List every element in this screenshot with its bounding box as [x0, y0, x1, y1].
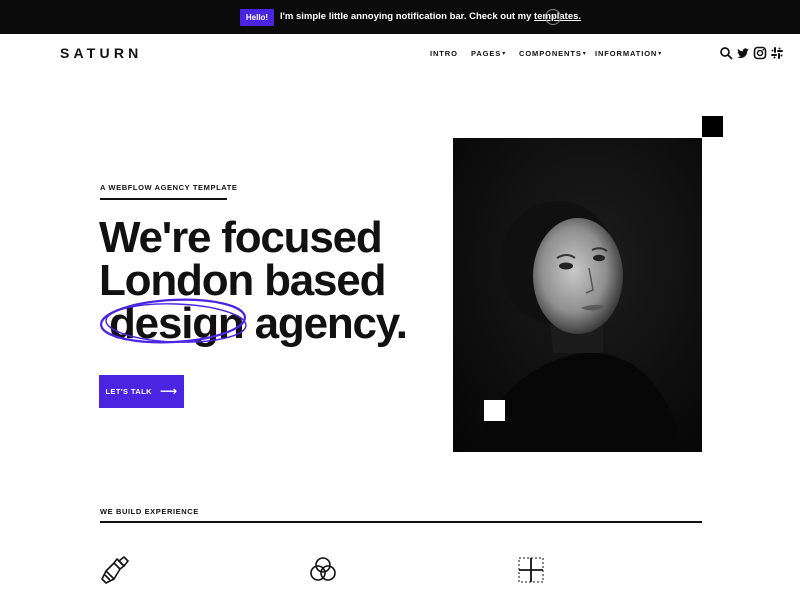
- slack-icon[interactable]: [770, 46, 784, 60]
- lets-talk-label: LET'S TALK: [105, 387, 152, 396]
- paint-brush-icon: [101, 556, 129, 584]
- notification-message: I'm simple little annoying notification …: [280, 11, 535, 22]
- nav-item-label: INTRO: [430, 49, 458, 58]
- search-icon[interactable]: [719, 46, 733, 60]
- close-notification-button[interactable]: ×: [545, 9, 561, 25]
- notification-badge: Hello!: [240, 9, 274, 26]
- nav-item-components[interactable]: COMPONENTS▾: [519, 49, 587, 58]
- notification-text: I'm simple little annoying notification …: [280, 11, 581, 22]
- chevron-down-icon: ▾: [582, 51, 587, 57]
- headline-rest: agency.: [254, 299, 408, 348]
- section-title: WE BUILD EXPERIENCE: [100, 507, 199, 516]
- nav-item-information[interactable]: INFORMATION▾: [595, 49, 662, 58]
- lets-talk-button[interactable]: LET'S TALK ⟶: [99, 375, 184, 408]
- arrow-right-icon: ⟶: [159, 383, 178, 398]
- section-divider: [100, 521, 702, 523]
- nav-item-label: COMPONENTS: [519, 49, 582, 58]
- notification-bar: Hello! I'm simple little annoying notifi…: [0, 0, 800, 34]
- eyebrow-underline: [100, 198, 227, 200]
- chevron-down-icon: ▾: [658, 51, 663, 57]
- decorative-white-square: [484, 400, 505, 421]
- instagram-icon[interactable]: [753, 46, 767, 60]
- decorative-black-square: [702, 116, 723, 137]
- headline-line-1: We're focused: [99, 213, 383, 262]
- logo[interactable]: SATURN: [60, 45, 143, 61]
- nav-item-label: INFORMATION: [595, 49, 658, 58]
- twitter-icon[interactable]: [736, 46, 750, 60]
- color-circles-icon: [310, 557, 336, 581]
- close-icon: ×: [550, 12, 556, 22]
- grid-layout-icon: [518, 557, 544, 583]
- nav-item-pages[interactable]: PAGES▾: [471, 49, 506, 58]
- highlight-circle-scribble: [99, 298, 247, 344]
- nav-item-intro[interactable]: INTRO: [430, 49, 458, 58]
- nav-item-label: PAGES: [471, 49, 502, 58]
- hero-eyebrow: A WEBFLOW AGENCY TEMPLATE: [100, 183, 238, 192]
- chevron-down-icon: ▾: [502, 51, 507, 57]
